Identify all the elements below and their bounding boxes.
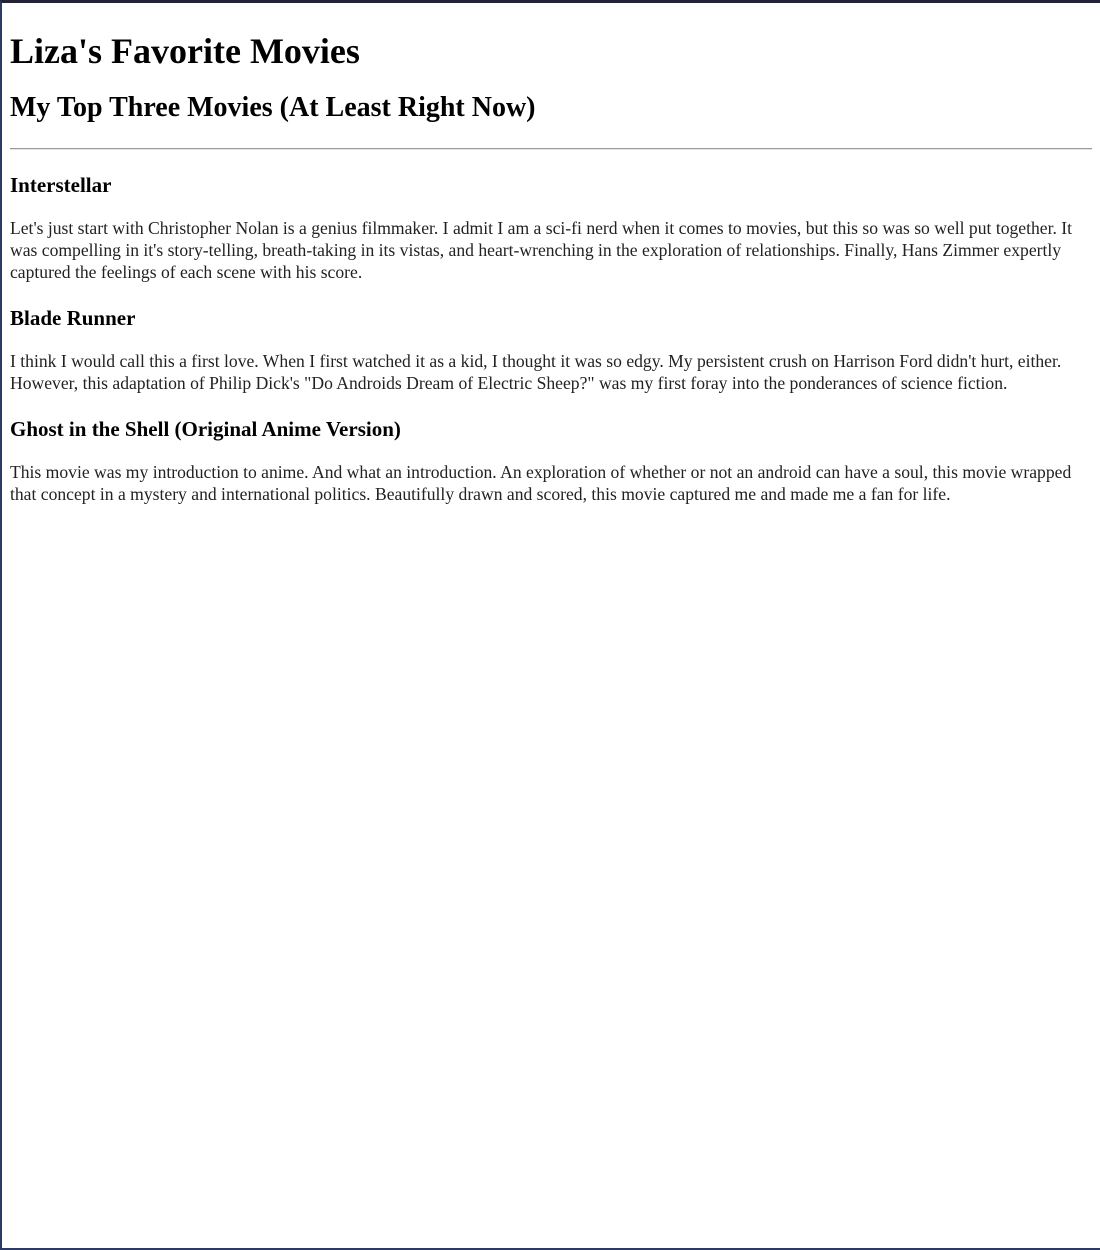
movie-review: I think I would call this a first love. … [10,351,1062,393]
movie-section-ghost-in-the-shell: Ghost in the Shell (Original Anime Versi… [10,415,1092,505]
movie-section-blade-runner: Blade Runner I think I would call this a… [10,304,1092,394]
movie-review: Let's just start with Christopher Nolan … [10,218,1073,282]
page-subtitle: My Top Three Movies (At Least Right Now) [10,92,536,123]
movie-review: This movie was my introduction to anime.… [10,462,1072,504]
movie-title: Blade Runner [10,306,136,330]
movie-section-interstellar: Interstellar Let's just start with Chris… [10,171,1092,283]
movie-title: Ghost in the Shell (Original Anime Versi… [10,417,401,441]
page-content: Liza's Favorite Movies My Top Three Movi… [2,29,1100,505]
page-title: Liza's Favorite Movies [10,31,360,71]
movie-title: Interstellar [10,173,112,197]
divider [10,148,1092,150]
